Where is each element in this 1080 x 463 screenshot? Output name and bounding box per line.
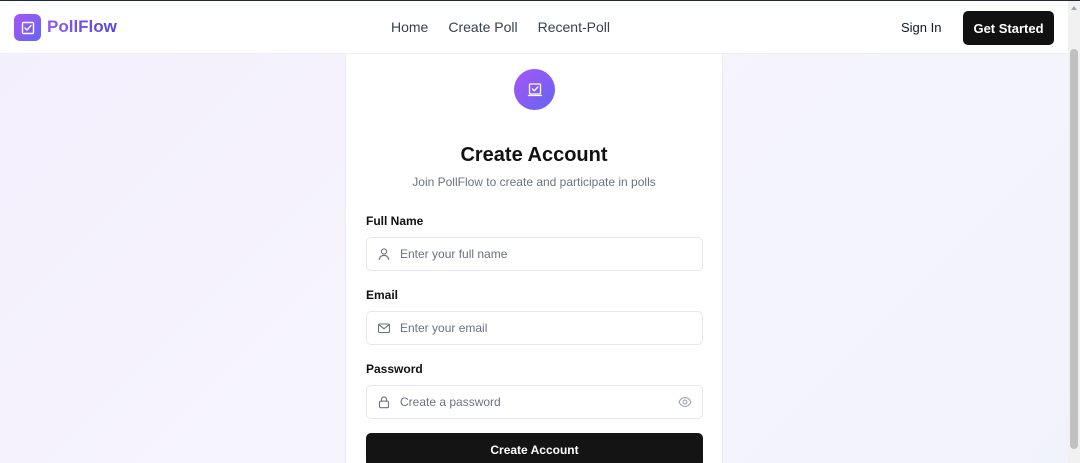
lock-icon	[378, 396, 390, 409]
checkbox-chart-icon	[527, 82, 542, 96]
scrollbar[interactable]	[1068, 1, 1080, 463]
scroll-up-arrow-icon[interactable]	[1071, 6, 1077, 10]
get-started-button[interactable]: Get Started	[963, 11, 1054, 45]
signup-badge	[514, 69, 555, 110]
scrollbar-thumb[interactable]	[1070, 49, 1078, 449]
navbar: PollFlow Home Create Poll Recent-Poll Si…	[0, 1, 1068, 54]
checkbox-chart-icon	[21, 21, 34, 34]
signup-card: Create Account Join PollFlow to create a…	[345, 54, 723, 463]
sign-in-link[interactable]: Sign In	[901, 20, 941, 35]
email-label: Email	[366, 288, 399, 302]
password-label: Password	[366, 362, 423, 376]
eye-icon[interactable]	[678, 396, 692, 408]
user-icon	[378, 248, 390, 261]
nav-link-recent-poll[interactable]: Recent-Poll	[538, 19, 610, 35]
nav-link-create-poll[interactable]: Create Poll	[448, 19, 517, 35]
mail-icon	[377, 323, 391, 334]
email-field[interactable]	[366, 311, 703, 345]
password-input[interactable]	[400, 386, 670, 418]
page-title: Create Account	[460, 144, 608, 166]
password-field[interactable]	[366, 385, 703, 419]
full-name-field[interactable]	[366, 237, 703, 271]
full-name-input[interactable]	[400, 238, 670, 270]
logo-icon[interactable]	[14, 14, 41, 41]
email-input[interactable]	[400, 312, 670, 344]
brand-name[interactable]: PollFlow	[47, 17, 117, 37]
nav-links: Home Create Poll Recent-Poll	[391, 19, 610, 35]
page-subtitle: Join PollFlow to create and participate …	[412, 175, 656, 189]
nav-link-home[interactable]: Home	[391, 19, 428, 35]
full-name-label: Full Name	[366, 214, 424, 228]
create-account-button[interactable]: Create Account	[366, 433, 703, 463]
